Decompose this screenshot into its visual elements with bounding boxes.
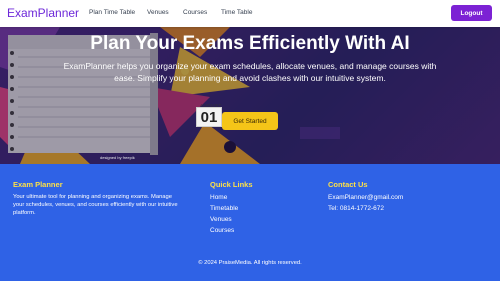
footer: Exam Planner Your ultimate tool for plan… <box>0 164 500 281</box>
navbar: ExamPlanner Plan Time Table Venues Cours… <box>0 0 500 27</box>
footer-about-text: Your ultimate tool for planning and orga… <box>13 194 178 216</box>
calendar-day: 01 <box>196 107 222 127</box>
nav-link-time-table[interactable]: Time Table <box>221 9 252 16</box>
get-started-button[interactable]: Get Started <box>222 112 278 130</box>
footer-link-venues[interactable]: Venues <box>210 216 232 223</box>
footer-quick-links-heading: Quick Links <box>210 180 253 189</box>
hero-title: Plan Your Exams Efficiently With AI <box>90 33 410 54</box>
footer-link-courses[interactable]: Courses <box>210 227 234 234</box>
nav-link-venues[interactable]: Venues <box>147 9 169 16</box>
footer-contact-phone: Tel: 0814-1772-672 <box>328 205 385 212</box>
hero-subtitle: ExamPlanner helps you organize your exam… <box>63 61 437 83</box>
brand-logo[interactable]: ExamPlanner <box>7 6 79 20</box>
footer-copyright: © 2024 PraiseMedia. All rights reserved. <box>198 260 302 266</box>
footer-about-heading: Exam Planner <box>13 180 63 189</box>
footer-link-timetable[interactable]: Timetable <box>210 205 238 212</box>
nav-link-plan-time-table[interactable]: Plan Time Table <box>89 9 135 16</box>
footer-contact-email: ExamPlanner@gmail.com <box>328 194 404 201</box>
logout-button[interactable]: Logout <box>451 5 492 21</box>
hero-section: Plan Your Exams Efficiently With AI Exam… <box>0 27 500 164</box>
nav-link-courses[interactable]: Courses <box>183 9 207 16</box>
image-credit: designed by freepik <box>100 155 135 160</box>
footer-contact-heading: Contact Us <box>328 180 368 189</box>
footer-link-home[interactable]: Home <box>210 194 227 201</box>
